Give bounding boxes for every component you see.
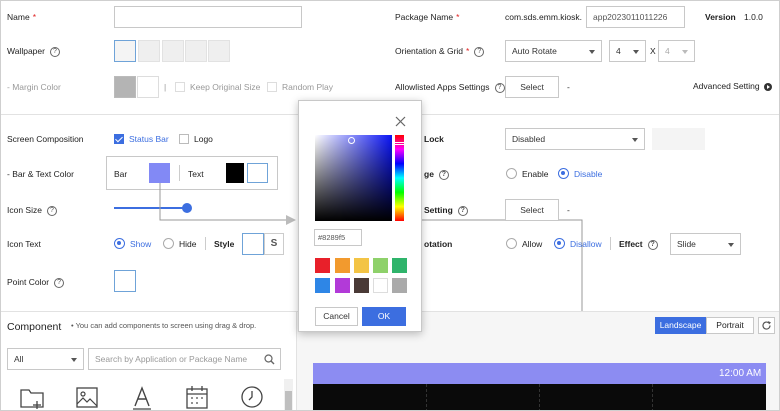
device-clock: 12:00 AM [719,368,762,379]
hue-slider-handle[interactable] [394,142,405,145]
help-icon[interactable]: ? [438,169,449,180]
folder-add-icon[interactable] [19,384,45,410]
orientation-select[interactable]: Auto Rotate [505,40,602,62]
swatch-lightgreen[interactable] [373,258,388,273]
device-status-bar [313,363,766,384]
chevron-right-icon [763,82,772,91]
swatch-grey[interactable] [392,278,407,293]
component-search-input[interactable]: Search by Application or Package Name [88,348,281,370]
rotation-label: otation [424,239,453,249]
cancel-button[interactable]: Cancel [315,307,358,326]
landscape-button[interactable]: Landscape [655,317,706,334]
allow-radio[interactable] [506,238,517,249]
calendar-icon[interactable] [184,384,210,410]
disallow-radio[interactable] [554,238,565,249]
setting-value: - [567,205,570,215]
kiosk-editor: Name * Wallpaper? - Margin Color | Keep O… [0,0,780,411]
grid-line [652,384,653,410]
grid-cols-select[interactable]: 4 [609,40,646,62]
help-icon[interactable]: ? [494,82,505,93]
grid-line [539,384,540,410]
ok-button[interactable]: OK [362,307,406,326]
disallow-label: Disallow [570,239,602,249]
swatch-darkbrown[interactable] [354,278,369,293]
swatch-red[interactable] [315,258,330,273]
component-title: Component [7,321,62,333]
image-icon[interactable] [74,384,100,410]
text-icon[interactable] [129,384,155,410]
chevron-down-icon [632,138,638,142]
portrait-button[interactable]: Portrait [706,317,754,334]
help-icon[interactable]: ? [457,205,468,216]
version-label: Version [705,12,736,22]
effect-select[interactable]: Slide [670,233,741,255]
swatch-green[interactable] [392,258,407,273]
component-filter-select[interactable]: All [7,348,84,370]
color-picker-popup: #8289f5 Cancel OK [298,100,422,332]
swatch-orange[interactable] [335,258,350,273]
disable-radio[interactable] [558,168,569,179]
orientation-grid-label: Orientation & Grid *? [395,46,485,57]
badge-label: ge? [424,169,449,180]
swatch-purple[interactable] [335,278,350,293]
allowlisted-value: - [567,82,570,92]
swatch-blue[interactable] [315,278,330,293]
effect-label: Effect? [619,239,658,250]
enable-label: Enable [522,169,549,179]
chevron-down-icon [71,358,77,362]
chevron-down-icon [728,243,734,247]
setting-label: Setting? [424,205,468,216]
grid-rows-select[interactable]: 4 [658,40,695,62]
grid-x-label: X [650,46,656,56]
lock-disabled-field [652,128,705,150]
package-prefix: com.sds.emm.kiosk. [505,12,582,22]
advanced-setting-link[interactable]: Advanced Setting [693,81,772,91]
disable-label: Disable [574,169,603,179]
grid-line [426,384,427,410]
package-name-label: Package Name * [395,12,460,22]
clock-icon[interactable] [239,384,265,410]
chevron-down-icon [589,50,595,54]
allowlisted-apps-label: Allowlisted Apps Settings? [395,82,505,93]
hex-color-input[interactable]: #8289f5 [314,229,362,246]
allowlisted-select-button[interactable]: Select [505,76,559,98]
help-icon[interactable]: ? [647,239,658,250]
hue-slider[interactable] [395,135,404,221]
version-value: 1.0.0 [744,12,763,22]
swatch-yellow[interactable] [354,258,369,273]
lock-label: Lock [424,134,444,144]
enable-radio[interactable] [506,168,517,179]
color-picker-cursor[interactable] [348,137,355,144]
color-saturation-area[interactable] [315,135,392,221]
allow-label: Allow [522,239,543,249]
search-icon [264,354,275,365]
refresh-button[interactable] [758,317,775,334]
help-icon[interactable]: ? [474,46,485,57]
chevron-down-icon [633,50,639,54]
component-scrollbar-thumb[interactable] [285,391,292,410]
chevron-down-icon [682,50,688,54]
close-icon[interactable] [395,116,406,127]
lock-select[interactable]: Disabled [505,128,645,150]
component-hint: • You can add components to screen using… [71,321,257,330]
setting-select-button[interactable]: Select [505,199,559,221]
package-name-input[interactable]: app2023011011226 [586,6,685,28]
divider [610,237,611,250]
swatch-white[interactable] [373,278,388,293]
refresh-icon [762,321,771,330]
